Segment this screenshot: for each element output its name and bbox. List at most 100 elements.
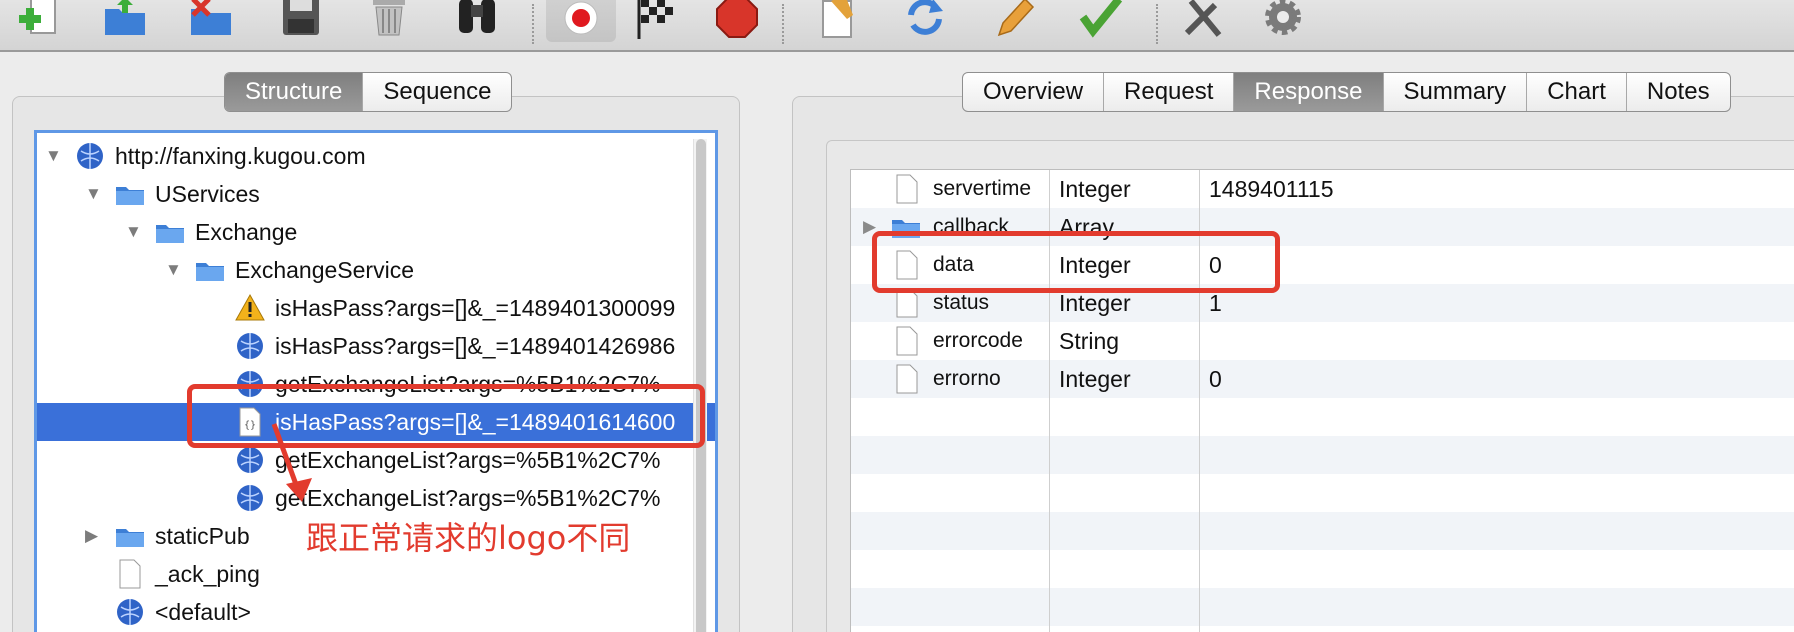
table-row-empty bbox=[851, 512, 1794, 550]
globe-icon bbox=[117, 599, 143, 625]
file-icon bbox=[896, 326, 918, 356]
tab-sequence[interactable]: Sequence bbox=[363, 73, 511, 111]
tree-item-request[interactable]: _ack_ping bbox=[37, 555, 715, 593]
open-folder-icon bbox=[105, 0, 145, 35]
toolbar-separator bbox=[782, 4, 784, 44]
table-row-empty bbox=[851, 436, 1794, 474]
file-icon bbox=[896, 364, 918, 394]
tree-item-label: UServices bbox=[155, 181, 260, 207]
tree-item-label: staticPub bbox=[155, 523, 250, 549]
tools-button[interactable] bbox=[1178, 0, 1228, 42]
view-mode-tabs: Structure Sequence bbox=[224, 72, 513, 112]
tab-notes[interactable]: Notes bbox=[1627, 73, 1730, 111]
trash-icon bbox=[373, 0, 405, 36]
toolbar-separator bbox=[532, 4, 534, 44]
cell-type: String bbox=[1059, 328, 1120, 354]
edit-document-icon bbox=[822, 0, 853, 38]
checkered-flag-icon bbox=[637, 0, 673, 39]
binoculars-icon bbox=[459, 0, 495, 33]
stop-button[interactable] bbox=[712, 0, 762, 42]
toolbar bbox=[0, 0, 1794, 52]
globe-icon bbox=[77, 143, 103, 169]
warning-icon bbox=[235, 293, 265, 321]
tree-item-folder[interactable]: ▼ ExchangeService bbox=[37, 251, 715, 289]
refresh-button[interactable] bbox=[900, 0, 950, 42]
tree-item-label: Exchange bbox=[195, 219, 298, 245]
table-row-empty bbox=[851, 550, 1794, 588]
cell-type: Integer bbox=[1059, 366, 1131, 392]
folder-icon bbox=[116, 529, 144, 547]
validate-button[interactable] bbox=[1076, 0, 1126, 42]
folder-icon bbox=[116, 187, 144, 205]
cell-value: 1489401115 bbox=[1209, 176, 1334, 202]
tab-summary[interactable]: Summary bbox=[1384, 73, 1528, 111]
cell-name: errorcode bbox=[933, 329, 1023, 352]
globe-icon bbox=[237, 333, 263, 359]
edit-button[interactable] bbox=[814, 0, 864, 42]
tree-item-folder[interactable]: ▼ UServices bbox=[37, 175, 715, 213]
tab-overview[interactable]: Overview bbox=[963, 73, 1105, 111]
disclosure-triangle-icon[interactable]: ▼ bbox=[45, 137, 65, 175]
add-icon bbox=[19, 0, 56, 34]
record-button[interactable] bbox=[546, 0, 616, 42]
table-row[interactable]: errorno Integer 0 bbox=[851, 360, 1794, 398]
delete-folder-icon bbox=[191, 0, 231, 35]
settings-button[interactable] bbox=[1258, 0, 1308, 42]
cell-value: 0 bbox=[1209, 366, 1222, 392]
folder-icon bbox=[196, 263, 224, 281]
tree-item-request[interactable]: isHasPass?args=[]&_=1489401426986 bbox=[37, 327, 715, 365]
refresh-icon bbox=[908, 0, 943, 35]
table-row-empty bbox=[851, 398, 1794, 436]
file-icon bbox=[896, 174, 918, 204]
disclosure-triangle-icon[interactable]: ▼ bbox=[85, 175, 105, 213]
record-icon bbox=[564, 1, 598, 35]
trash-button[interactable] bbox=[364, 0, 414, 42]
detail-tabs: Overview Request Response Summary Chart … bbox=[962, 72, 1731, 112]
disclosure-triangle-icon[interactable]: ▼ bbox=[165, 251, 185, 289]
tree-item-label: _ack_ping bbox=[155, 561, 260, 587]
cell-type: Integer bbox=[1059, 176, 1131, 202]
pencil-icon bbox=[997, 0, 1035, 37]
save-button[interactable] bbox=[276, 0, 326, 42]
pencil-button[interactable] bbox=[988, 0, 1038, 42]
highlight-box bbox=[187, 384, 705, 448]
tools-icon bbox=[1184, 0, 1222, 37]
cell-name: servertime bbox=[933, 177, 1032, 200]
table-row[interactable]: errorcode String bbox=[851, 322, 1794, 360]
globe-icon bbox=[237, 447, 263, 473]
delete-folder-button[interactable] bbox=[186, 0, 236, 42]
tree-item-host[interactable]: ▼ http://fanxing.kugou.com bbox=[37, 137, 715, 175]
disclosure-triangle-icon[interactable]: ▶ bbox=[85, 517, 105, 555]
check-icon bbox=[1079, 0, 1123, 38]
tree-item-folder[interactable]: ▼ Exchange bbox=[37, 213, 715, 251]
table-row-empty bbox=[851, 474, 1794, 512]
disclosure-triangle-icon[interactable]: ▼ bbox=[125, 213, 145, 251]
globe-icon bbox=[237, 485, 263, 511]
tab-structure[interactable]: Structure bbox=[225, 73, 364, 111]
settings-gear-icon bbox=[1265, 0, 1301, 35]
annotation-arrow-icon bbox=[271, 423, 312, 502]
tab-chart[interactable]: Chart bbox=[1527, 73, 1627, 111]
table-row[interactable]: servertime Integer 1489401115 bbox=[851, 170, 1794, 208]
cell-name: errorno bbox=[933, 367, 1001, 390]
tree-item-label: isHasPass?args=[]&_=1489401300099 bbox=[275, 295, 676, 321]
add-button[interactable] bbox=[14, 0, 64, 42]
file-icon bbox=[119, 559, 141, 589]
table-row-empty bbox=[851, 588, 1794, 626]
binoculars-button[interactable] bbox=[452, 0, 502, 42]
toolbar-separator bbox=[1156, 4, 1158, 44]
open-folder-button[interactable] bbox=[100, 0, 150, 42]
tree-item-label: getExchangeList?args=%5B1%2C7% bbox=[275, 485, 661, 511]
stop-icon bbox=[716, 0, 758, 38]
folder-icon bbox=[156, 225, 184, 243]
tab-request[interactable]: Request bbox=[1104, 73, 1235, 111]
save-icon bbox=[283, 0, 319, 35]
tab-response[interactable]: Response bbox=[1234, 73, 1384, 111]
tree-item-label: http://fanxing.kugou.com bbox=[115, 143, 366, 169]
tree-item-label: <default> bbox=[155, 599, 251, 625]
tree-item-request[interactable]: getExchangeList?args=%5B1%2C7% bbox=[37, 479, 715, 517]
throttle-button[interactable] bbox=[630, 0, 680, 42]
annotation-text: 跟正常请求的logo不同 bbox=[306, 519, 631, 557]
tree-item-request[interactable]: isHasPass?args=[]&_=1489401300099 bbox=[37, 289, 715, 327]
tree-item-request[interactable]: <default> bbox=[37, 593, 715, 631]
